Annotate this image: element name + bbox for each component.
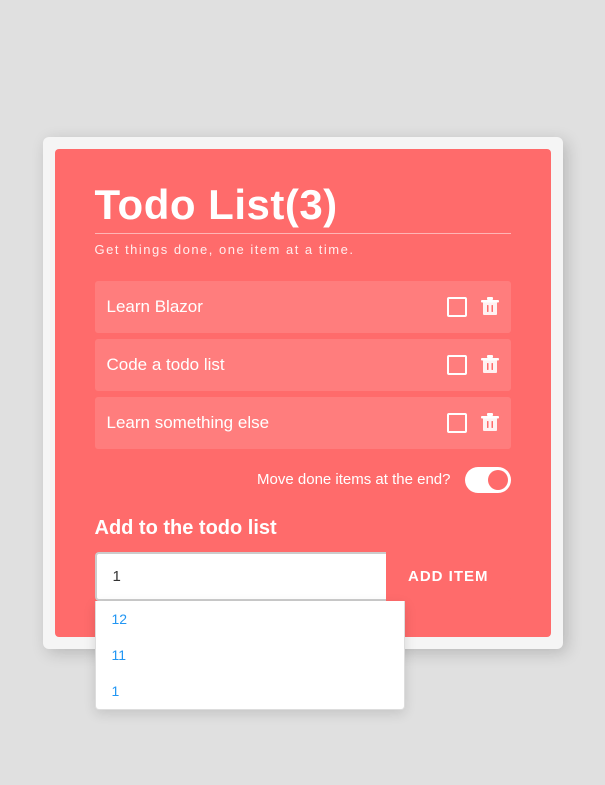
add-input-wrap: 12 11 1 bbox=[95, 552, 387, 601]
add-section-label: Add to the todo list bbox=[95, 517, 511, 540]
toggle-knob bbox=[488, 470, 508, 490]
todo-item-actions-2 bbox=[447, 355, 499, 375]
move-done-row: Move done items at the end? bbox=[95, 467, 511, 493]
todo-delete-2[interactable] bbox=[481, 355, 499, 375]
move-done-toggle[interactable] bbox=[465, 467, 511, 493]
todo-delete-3[interactable] bbox=[481, 413, 499, 433]
add-item-input[interactable] bbox=[95, 552, 387, 601]
todo-list: Learn Blazor Code a todo bbox=[95, 281, 511, 449]
page-title: Todo List(3) bbox=[95, 181, 511, 229]
add-section-row: 12 11 1 ADD ITEM bbox=[95, 552, 511, 601]
trash-svg-1 bbox=[481, 297, 499, 317]
autocomplete-item-0[interactable]: 12 bbox=[96, 601, 404, 637]
todo-item-actions-1 bbox=[447, 297, 499, 317]
main-card: Todo List(3) Get things done, one item a… bbox=[55, 149, 551, 637]
add-section: Add to the todo list 12 11 1 ADD ITEM bbox=[95, 517, 511, 601]
add-item-button[interactable]: ADD ITEM bbox=[386, 552, 511, 601]
todo-item-text-1: Learn Blazor bbox=[107, 297, 203, 317]
app-container: Todo List(3) Get things done, one item a… bbox=[43, 137, 563, 649]
todo-item-text-3: Learn something else bbox=[107, 413, 270, 433]
todo-item-actions-3 bbox=[447, 413, 499, 433]
todo-item-text-2: Code a todo list bbox=[107, 355, 225, 375]
todo-checkbox-1[interactable] bbox=[447, 297, 467, 317]
trash-svg-2 bbox=[481, 355, 499, 375]
autocomplete-item-1[interactable]: 11 bbox=[96, 637, 404, 673]
todo-checkbox-2[interactable] bbox=[447, 355, 467, 375]
autocomplete-dropdown: 12 11 1 bbox=[95, 601, 405, 710]
todo-checkbox-3[interactable] bbox=[447, 413, 467, 433]
page-subtitle: Get things done, one item at a time. bbox=[95, 233, 511, 257]
move-done-label: Move done items at the end? bbox=[257, 471, 450, 488]
todo-item-2: Code a todo list bbox=[95, 339, 511, 391]
todo-item-3: Learn something else bbox=[95, 397, 511, 449]
trash-svg-3 bbox=[481, 413, 499, 433]
autocomplete-item-2[interactable]: 1 bbox=[96, 673, 404, 709]
todo-item-1: Learn Blazor bbox=[95, 281, 511, 333]
todo-delete-1[interactable] bbox=[481, 297, 499, 317]
